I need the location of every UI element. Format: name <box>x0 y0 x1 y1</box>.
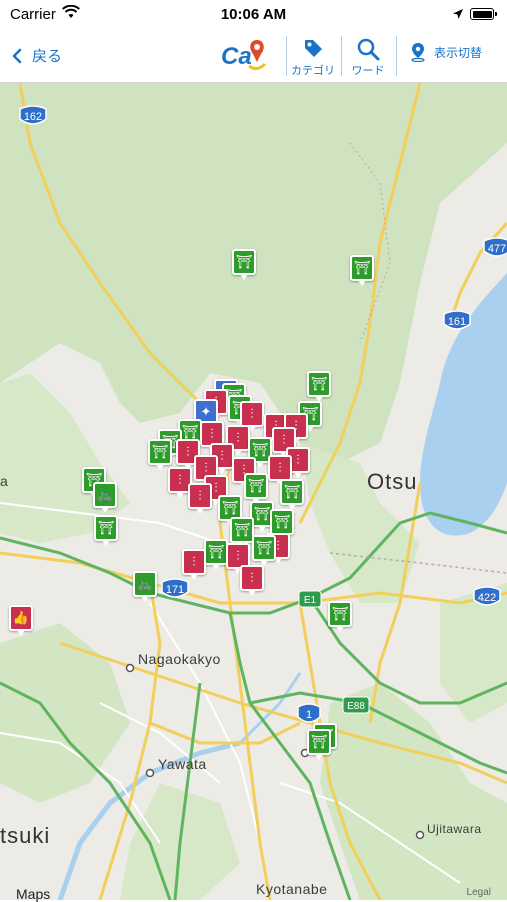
map-pin-cluster[interactable]: ⫶ <box>240 401 264 427</box>
city-label-kyotanabe: Kyotanabe <box>256 881 328 897</box>
clock: 10:06 AM <box>220 6 287 23</box>
expressway-badge-e88: E88 <box>342 696 370 714</box>
map-pin-icon <box>411 43 425 62</box>
svg-text:477: 477 <box>488 243 506 255</box>
map-view[interactable]: 162 477 161 171 422 1 E1 E88 Otsu Nagaok… <box>0 83 507 902</box>
map-pin-cluster[interactable]: ⫶ <box>240 565 264 591</box>
road-badge-162: 162 <box>19 105 47 125</box>
map-pin-temple[interactable]: ⛩ <box>350 255 374 281</box>
map-pin-shop[interactable]: 👍 <box>9 605 33 631</box>
city-label-edge: a <box>0 473 9 489</box>
map-pin-cluster[interactable]: ⛩ <box>244 473 268 499</box>
back-label: 戻る <box>32 48 63 65</box>
svg-text:422: 422 <box>478 592 496 604</box>
map-pin-temple[interactable]: ⛩ <box>94 515 118 541</box>
city-label-tsuki: tsuki <box>0 823 51 848</box>
svg-text:E1: E1 <box>304 595 317 606</box>
search-icon <box>357 38 380 61</box>
map-pin-cluster[interactable]: ⛩ <box>252 535 276 561</box>
nav-separator <box>396 36 397 76</box>
map-pin-temple[interactable]: ⛩ <box>307 729 331 755</box>
svg-text:E88: E88 <box>347 701 365 712</box>
map-pin-cycling[interactable]: 🚲 <box>93 482 117 508</box>
battery-icon <box>470 8 497 20</box>
city-label-otsu: Otsu <box>367 469 418 494</box>
word-label: ワード <box>351 65 385 77</box>
map-pin-cluster[interactable]: ⫶ <box>188 483 212 509</box>
svg-text:162: 162 <box>24 111 42 123</box>
road-badge-477: 477 <box>483 237 507 257</box>
chevron-left-icon <box>12 48 22 63</box>
city-label-yawata: Yawata <box>158 756 207 772</box>
svg-text:1: 1 <box>306 709 312 721</box>
legal-link[interactable]: Legal <box>467 887 491 898</box>
map-pin-cycling[interactable]: 🚲 <box>133 571 157 597</box>
svg-text:171: 171 <box>166 584 184 596</box>
map-pin-temple[interactable]: ⛩ <box>232 249 256 275</box>
map-pin-cluster[interactable]: ⛩ <box>148 439 172 465</box>
map-pin-cluster[interactable]: ⛩ <box>280 479 304 505</box>
app-logo: Ca <box>219 36 269 72</box>
city-label-nagaokakyo: Nagaokakyo <box>138 651 221 667</box>
road-badge-1: 1 <box>297 703 321 723</box>
category-label: カテゴリ <box>291 65 335 77</box>
map-pin-cluster[interactable]: ⛩ <box>204 539 228 565</box>
map-pin-temple[interactable]: ⛩ <box>307 371 331 397</box>
display-switch-button[interactable]: 表示切替 <box>410 42 482 62</box>
navigation-bar: 戻る Ca カテゴリ ワード 表示切替 <box>0 30 507 83</box>
city-label-ujitawara: Ujitawara <box>427 822 482 836</box>
road-badge-161: 161 <box>443 310 471 330</box>
road-badge-171: 171 <box>161 578 189 598</box>
category-button[interactable]: カテゴリ <box>287 34 339 80</box>
expressway-badge-e1: E1 <box>298 590 322 608</box>
map-pin-cluster[interactable]: ⫶ <box>268 455 292 481</box>
map-pin-cluster[interactable]: ⛩ <box>230 517 254 543</box>
tag-icon <box>305 40 322 57</box>
map-pin-temple[interactable]: ⛩ <box>328 601 352 627</box>
map-pin-cluster[interactable]: ⫶ <box>182 549 206 575</box>
back-button[interactable]: 戻る <box>12 45 62 66</box>
logo-text: Ca <box>221 43 252 70</box>
map-pin-cluster[interactable]: ⛩ <box>270 509 294 535</box>
svg-text:161: 161 <box>448 316 466 328</box>
location-arrow-icon <box>453 9 463 19</box>
status-bar: Carrier 10:06 AM <box>0 0 507 30</box>
word-search-button[interactable]: ワード <box>342 34 394 80</box>
switch-label: 表示切替 <box>434 45 483 60</box>
road-badge-422: 422 <box>473 586 501 606</box>
